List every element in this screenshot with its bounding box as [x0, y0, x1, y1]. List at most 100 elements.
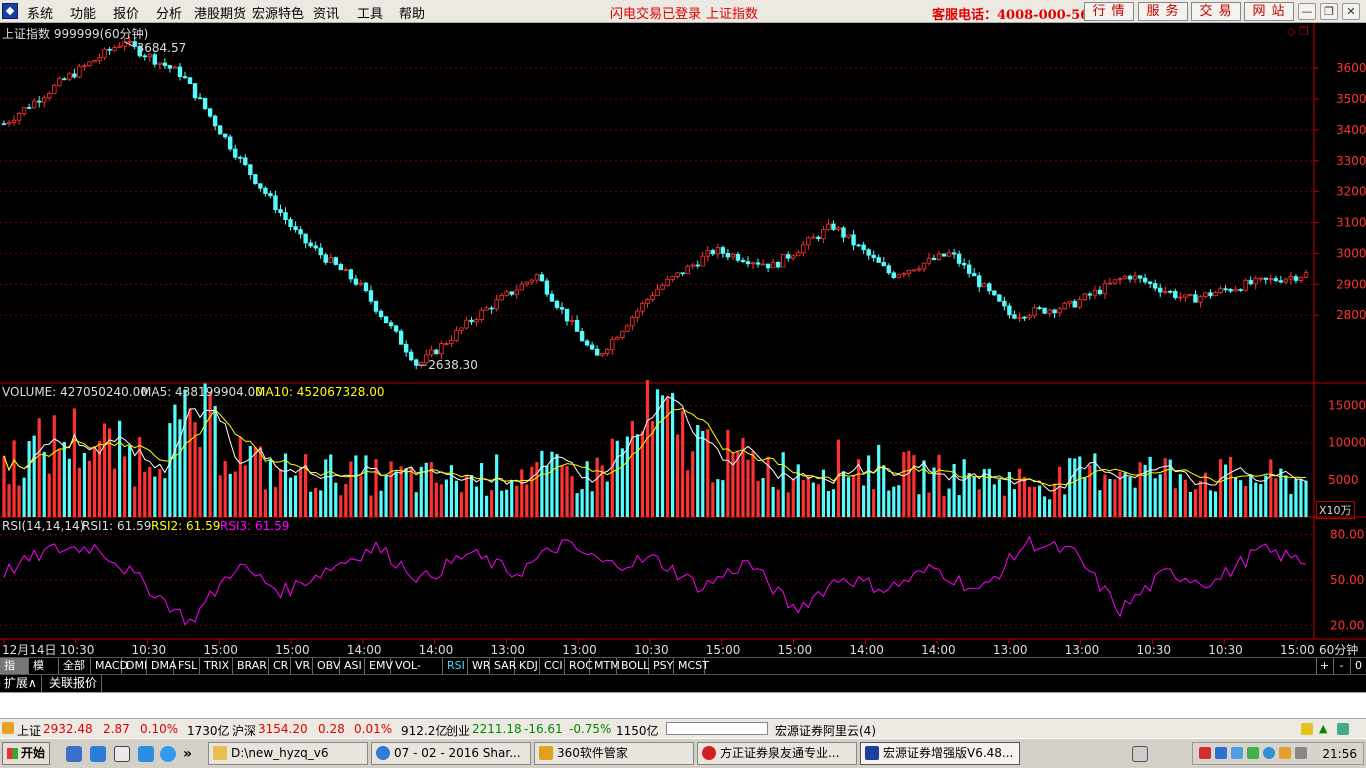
tab-mcst[interactable]: MCST — [674, 658, 709, 674]
task-360[interactable]: 360软件管家 — [534, 742, 694, 765]
tab-obv[interactable]: OBV — [313, 658, 340, 674]
tab-roc[interactable]: ROC — [565, 658, 593, 674]
candle-body — [1062, 302, 1067, 310]
tray-shield-icon[interactable] — [1231, 747, 1243, 759]
server-label[interactable]: 宏源证券阿里云(4) — [775, 722, 876, 739]
chart-svg[interactable]: 3600 3500 3400 3300 3200 3100 3000 2900 2800 1500… — [0, 23, 1366, 658]
window-icon[interactable] — [114, 746, 130, 762]
candle-body — [1248, 279, 1253, 285]
task-folder[interactable]: D:\new_hyzq_v6 — [208, 742, 368, 765]
tab--[interactable]: 全部 — [59, 658, 91, 674]
tab-rsi[interactable]: RSI — [443, 658, 468, 674]
menu-help[interactable]: 帮助 — [399, 3, 425, 22]
browser-icon[interactable] — [138, 746, 154, 762]
website-button[interactable]: 网站 — [1244, 2, 1294, 21]
volume-bar — [1223, 464, 1228, 517]
quote-button[interactable]: 行情 — [1084, 2, 1134, 21]
candle-body — [926, 257, 932, 264]
service-button[interactable]: 服务 — [1138, 2, 1188, 21]
tab-cci[interactable]: CCI — [540, 658, 565, 674]
volume-bar — [143, 471, 147, 517]
keyboard-icon[interactable] — [1132, 746, 1148, 762]
task-browser[interactable]: 07 - 02 - 2016 Shar... — [371, 742, 531, 765]
restore-icon[interactable]: ❐ — [1320, 3, 1338, 20]
time-axis-label: 10:30 — [1208, 643, 1243, 657]
kline-chart-area[interactable]: 3600 3500 3400 3300 3200 3100 3000 2900 2800 1500… — [0, 23, 1366, 658]
menu-analysis[interactable]: 分析 — [156, 3, 182, 22]
task-fangzheng[interactable]: 方正证券泉友通专业... — [697, 742, 857, 765]
candle-body — [167, 65, 173, 69]
candle-body — [283, 212, 288, 220]
zoom-in-button[interactable]: + — [1316, 658, 1332, 674]
messenger-icon[interactable] — [160, 746, 176, 762]
candle-body — [117, 45, 122, 48]
menu-hongyuan[interactable]: 宏源特色 — [252, 3, 304, 22]
tab--[interactable]: 模板 — [29, 658, 59, 688]
chart-options-icon[interactable]: ◇ ❐ — [1287, 25, 1309, 38]
candle-body — [21, 107, 27, 114]
candle-body — [1253, 277, 1258, 285]
tray-volume-icon[interactable] — [1295, 747, 1307, 759]
tab-sar[interactable]: SAR — [490, 658, 516, 674]
desktop-icon[interactable] — [66, 746, 82, 762]
candle-body — [1258, 277, 1263, 280]
candle-body — [489, 307, 494, 310]
zoom-out-button[interactable]: - — [1333, 658, 1349, 674]
start-button[interactable]: 开始 — [2, 742, 50, 765]
tray-network-icon[interactable] — [1215, 747, 1227, 759]
notice-icon[interactable] — [1301, 723, 1313, 735]
reset-button[interactable]: 0 — [1350, 658, 1366, 674]
menu-quote[interactable]: 报价 — [113, 3, 139, 22]
close-icon[interactable]: ✕ — [1342, 3, 1360, 20]
menu-system[interactable]: 系统 — [27, 3, 53, 22]
time-axis-label: 13:00 — [993, 643, 1028, 657]
candle-body — [1218, 288, 1223, 294]
ie-icon[interactable] — [90, 746, 106, 762]
menu-news[interactable]: 资讯 — [313, 3, 339, 22]
more-quicklaunch-icon[interactable]: » — [183, 746, 199, 762]
menu-tools[interactable]: 工具 — [357, 3, 383, 22]
tab-wr[interactable]: WR — [468, 658, 491, 674]
trade-button[interactable]: 交易 — [1191, 2, 1241, 21]
candle-body — [67, 73, 72, 80]
tab-emv[interactable]: EMV — [365, 658, 393, 674]
candle-body — [1057, 308, 1062, 314]
tab--[interactable]: 指标 — [0, 658, 29, 688]
tab-brar[interactable]: BRAR — [233, 658, 269, 674]
menu-hk-futures[interactable]: 港股期货 — [194, 3, 246, 22]
tab-cr[interactable]: CR — [269, 658, 291, 674]
minimize-icon[interactable]: — — [1298, 3, 1316, 20]
tab-dma[interactable]: DMA — [147, 658, 177, 674]
tab-psy[interactable]: PSY — [649, 658, 674, 674]
app-logo-icon[interactable] — [2, 3, 18, 19]
tab-macd[interactable]: MACD — [91, 658, 128, 674]
tray-security-icon[interactable] — [1247, 747, 1259, 759]
candle-body — [600, 353, 605, 356]
price-axis-label: 3500 — [1336, 92, 1366, 106]
task-hongyuan[interactable]: 宏源证券增强版V6.48... — [860, 742, 1020, 765]
extend-toggle-button[interactable]: 扩展∧ — [0, 675, 42, 692]
tab-mtm[interactable]: MTM — [590, 658, 620, 674]
tab-trix[interactable]: TRIX — [200, 658, 233, 674]
candle-body — [474, 319, 479, 323]
tab-vol-tdx[interactable]: VOL-TDX — [391, 658, 443, 688]
tray-update-icon[interactable] — [1279, 747, 1291, 759]
tab-boll[interactable]: BOLL — [617, 658, 649, 674]
tab-asi[interactable]: ASI — [340, 658, 365, 674]
tab-fsl[interactable]: FSL — [174, 658, 200, 674]
menu-function[interactable]: 功能 — [70, 3, 96, 22]
tray-360-icon[interactable] — [1263, 747, 1275, 759]
related-quote-button[interactable]: 关联报价 — [45, 675, 103, 692]
candle-body — [434, 349, 439, 355]
volume-bar — [1188, 491, 1192, 517]
volume-bar — [12, 440, 16, 517]
candle-body — [735, 253, 741, 261]
tray-app-icon[interactable] — [1199, 747, 1211, 759]
tab-vr[interactable]: VR — [291, 658, 313, 674]
period-label[interactable]: 60分钟 — [1319, 641, 1358, 658]
tab-kdj[interactable]: KDJ — [515, 658, 540, 674]
volume-bar — [977, 489, 981, 517]
tab-dmi[interactable]: DMI — [122, 658, 147, 674]
candle-body — [233, 148, 238, 158]
candle-body — [966, 264, 972, 274]
